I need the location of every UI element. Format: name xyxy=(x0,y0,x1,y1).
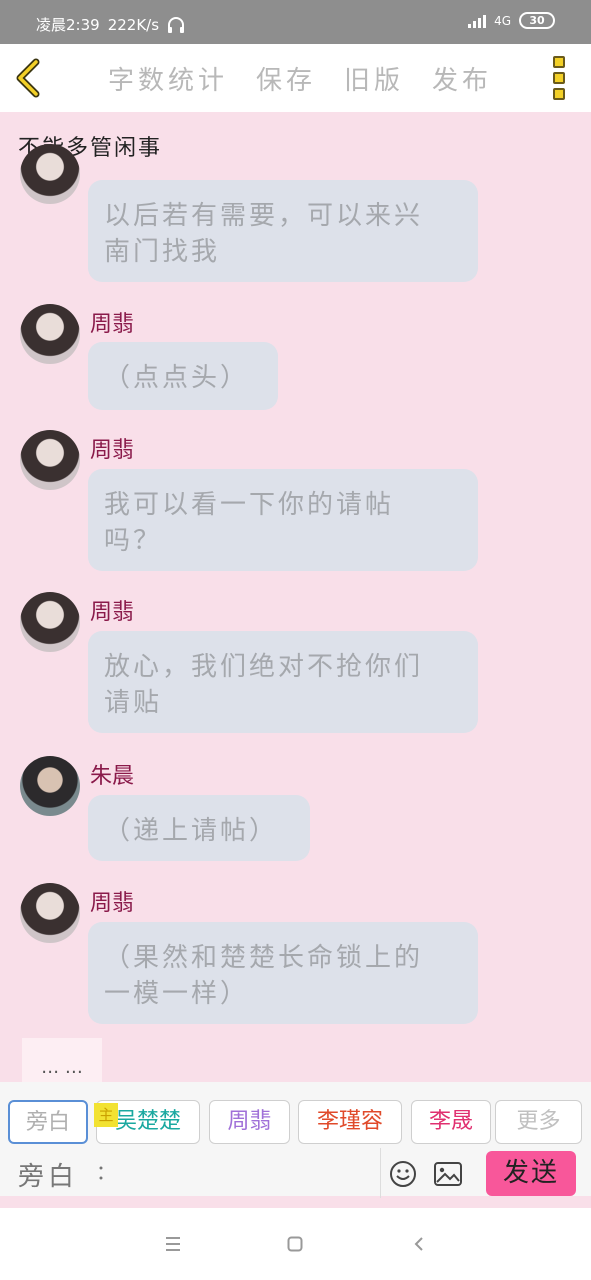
sender-name: 周翡 xyxy=(90,600,135,625)
nav-menu-button[interactable] xyxy=(164,1236,182,1256)
message-line: （点点头） xyxy=(104,363,250,393)
message-line: （果然和楚楚长命锁上的 xyxy=(104,943,424,973)
image-icon xyxy=(434,1162,462,1186)
menu-icon xyxy=(166,1237,180,1251)
message-line: 南门找我 xyxy=(104,237,221,267)
divider xyxy=(380,1148,381,1198)
message-bubble[interactable]: （果然和楚楚长命锁上的 一模一样） xyxy=(88,922,478,1024)
vertical-dots-icon xyxy=(553,56,565,68)
home-square-icon xyxy=(287,1236,303,1252)
ellipsis-placeholder[interactable]: … … xyxy=(22,1038,102,1082)
status-time: 凌晨2:39 xyxy=(36,16,100,34)
network-type: 4G xyxy=(494,13,511,28)
back-button[interactable] xyxy=(12,58,46,98)
smiley-icon xyxy=(390,1161,416,1187)
headset-icon xyxy=(168,16,185,33)
old-version-button[interactable]: 旧版 xyxy=(344,60,404,97)
message-bubble[interactable]: 我可以看一下你的请帖 吗？ xyxy=(88,469,478,571)
role-narrator[interactable]: 旁白 xyxy=(8,1100,88,1144)
message-bubble[interactable]: （点点头） xyxy=(88,342,278,410)
more-button[interactable] xyxy=(553,56,567,100)
signal-icon xyxy=(468,14,487,28)
publish-button[interactable]: 发布 xyxy=(432,60,492,97)
send-button[interactable]: 发送 xyxy=(486,1151,576,1196)
message-input[interactable] xyxy=(96,1152,376,1192)
chat-area[interactable]: 不能多管闲事 以后若有需要，可以来兴 南门找我 周翡 （点点头） 周翡 我可以看… xyxy=(0,112,591,1082)
word-count-button[interactable]: 字数统计 xyxy=(108,60,228,97)
role-more[interactable]: 更多 xyxy=(495,1100,582,1144)
avatar[interactable] xyxy=(20,592,80,652)
message-bubble[interactable]: 以后若有需要，可以来兴 南门找我 xyxy=(88,180,478,282)
avatar[interactable] xyxy=(20,304,80,364)
nav-home-button[interactable] xyxy=(287,1236,303,1256)
message-bubble[interactable]: （递上请帖） xyxy=(88,795,310,861)
image-button[interactable] xyxy=(434,1162,462,1190)
toolbar-menu: 字数统计 保存 旧版 发布 xyxy=(108,60,492,97)
status-right: 4G 30 xyxy=(468,12,555,29)
battery-level: 30 xyxy=(529,14,545,27)
message-line: 我可以看一下你的请帖 xyxy=(104,490,395,520)
chevron-left-icon xyxy=(16,58,40,98)
nav-back-button[interactable] xyxy=(412,1236,426,1256)
sender-name: 周翡 xyxy=(90,312,135,337)
avatar[interactable] xyxy=(20,144,80,204)
message-bubble[interactable]: 放心，我们绝对不抢你们 请贴 xyxy=(88,631,478,733)
avatar[interactable] xyxy=(20,430,80,490)
toolbar: 字数统计 保存 旧版 发布 xyxy=(0,44,591,112)
status-bar: 凌晨2:39 222K/s 4G 30 xyxy=(0,0,591,44)
message-line: 放心，我们绝对不抢你们 xyxy=(104,652,424,682)
system-nav-bar xyxy=(0,1208,591,1280)
message-line: 吗？ xyxy=(104,526,163,556)
role-li-jinrong[interactable]: 李瑾容 xyxy=(298,1100,402,1144)
status-speed: 222K/s xyxy=(107,15,160,34)
sender-name: 朱晨 xyxy=(90,764,135,789)
emoji-button[interactable] xyxy=(389,1160,417,1192)
role-li-sheng[interactable]: 李晟 xyxy=(411,1100,491,1144)
message-line: 以后若有需要，可以来兴 xyxy=(104,201,424,231)
message-line: （递上请帖） xyxy=(104,816,279,846)
role-zhou-fei[interactable]: 周翡 xyxy=(209,1100,290,1144)
message-line: 请贴 xyxy=(104,688,163,718)
sender-name: 周翡 xyxy=(90,891,135,916)
avatar[interactable] xyxy=(20,756,80,816)
avatar[interactable] xyxy=(20,883,80,943)
battery-icon: 30 xyxy=(519,12,555,29)
sender-name: 周翡 xyxy=(90,438,135,463)
current-role-label: 旁白 xyxy=(18,1162,79,1192)
save-button[interactable]: 保存 xyxy=(256,60,316,97)
input-row: 旁白 发送 xyxy=(0,1144,591,1202)
message-line: 一模一样） xyxy=(104,979,250,1009)
status-left: 凌晨2:39 222K/s xyxy=(36,14,185,35)
main-role-badge: 主 xyxy=(94,1103,118,1127)
back-arrow-icon xyxy=(414,1237,423,1251)
role-bar: 旁白 吴楚楚 周翡 李瑾容 李晟 更多 xyxy=(0,1082,591,1144)
